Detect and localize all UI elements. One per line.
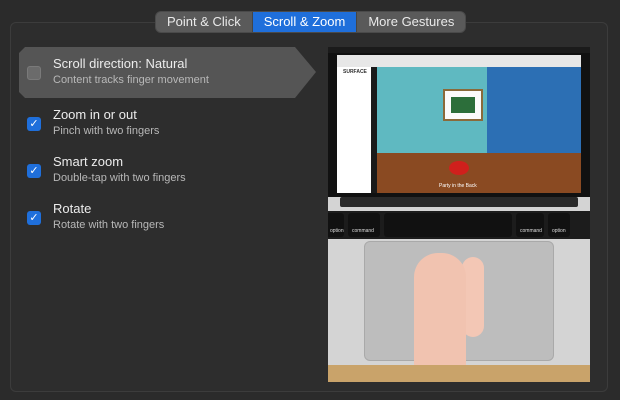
option-smart-zoom[interactable]: ✓ Smart zoom Double-tap with two fingers: [19, 145, 319, 192]
laptop-screen: SURFACE Party in the Back: [328, 47, 590, 207]
option-title: Zoom in or out: [53, 107, 137, 122]
option-rotate[interactable]: ✓ Rotate Rotate with two fingers: [19, 192, 319, 239]
option-description: Content tracks finger movement: [53, 74, 209, 86]
tab-bar: Point & Click Scroll & Zoom More Gesture…: [156, 12, 466, 32]
option-scroll-direction[interactable]: Scroll direction: Natural Content tracks…: [19, 47, 316, 98]
browser-window: SURFACE Party in the Back: [337, 55, 581, 193]
tab-more-gestures[interactable]: More Gestures: [356, 12, 465, 32]
command-key: command: [516, 213, 544, 237]
tab-scroll-and-zoom[interactable]: Scroll & Zoom: [251, 12, 357, 32]
option-title: Rotate: [53, 201, 92, 216]
webpage-photo: SURFACE Party in the Back: [337, 67, 581, 193]
scroll-direction-checkbox[interactable]: [27, 66, 41, 80]
option-description: Double-tap with two fingers: [53, 172, 186, 184]
option-title: Scroll direction: Natural: [53, 56, 188, 71]
option-description: Rotate with two fingers: [53, 219, 165, 231]
smart-zoom-checkbox[interactable]: ✓: [27, 164, 41, 178]
picture-frame: [443, 89, 483, 121]
hand: [414, 253, 466, 382]
command-key: command: [348, 213, 380, 237]
option-zoom[interactable]: ✓ Zoom in or out Pinch with two fingers: [19, 98, 319, 145]
rotate-checkbox[interactable]: ✓: [27, 211, 41, 225]
option-title: Smart zoom: [53, 154, 124, 169]
gesture-preview-video: SURFACE Party in the Back option command…: [328, 47, 590, 382]
desk-surface: [328, 365, 590, 382]
option-key: option: [328, 213, 344, 237]
photo-caption: Party in the Back: [439, 183, 477, 189]
keyboard-row: option command command option: [328, 211, 590, 239]
space-key: [384, 213, 512, 237]
menu-bar: [328, 47, 590, 53]
gesture-options-list: Scroll direction: Natural Content tracks…: [19, 47, 319, 239]
site-name: SURFACE: [343, 69, 367, 75]
option-description: Pinch with two fingers: [53, 125, 160, 137]
tab-point-and-click[interactable]: Point & Click: [156, 12, 252, 32]
dock: [340, 197, 578, 207]
option-key: option: [548, 213, 570, 237]
zoom-checkbox[interactable]: ✓: [27, 117, 41, 131]
